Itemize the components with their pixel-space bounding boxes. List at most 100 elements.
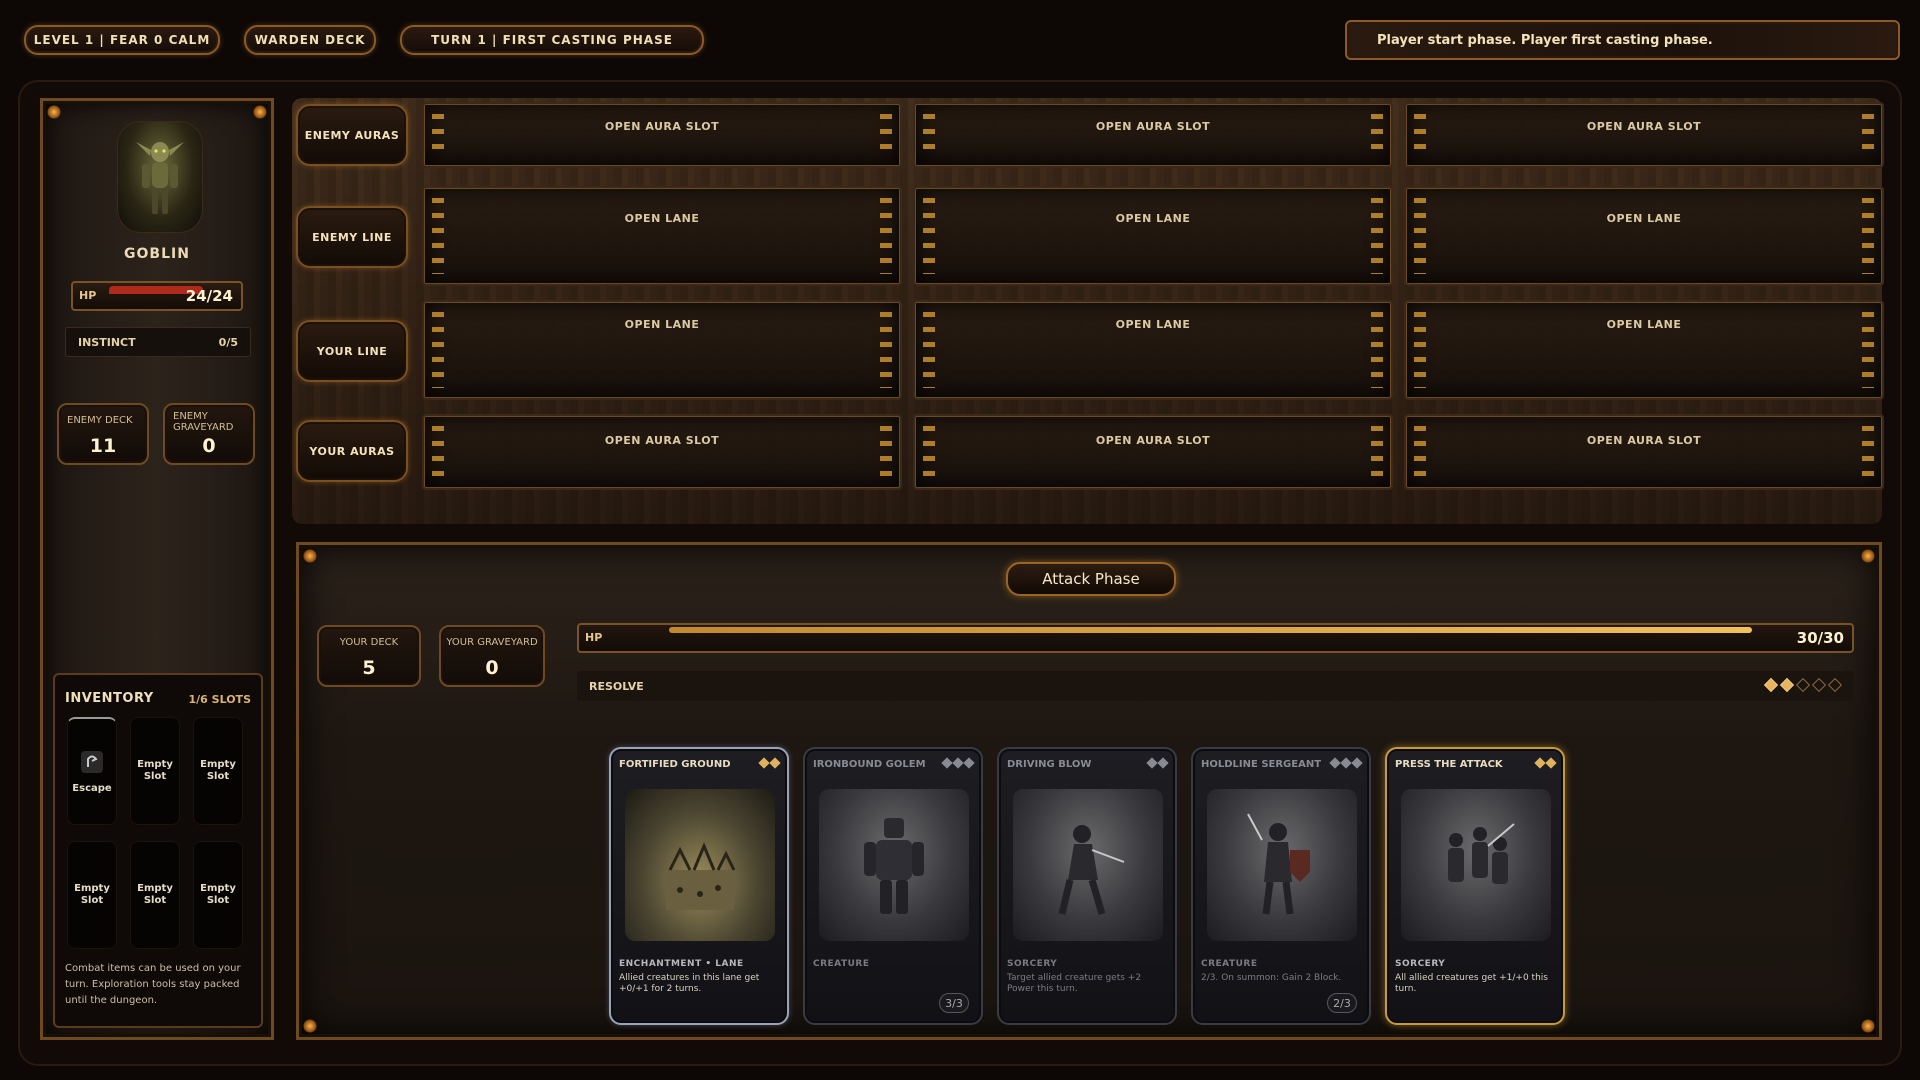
corner-ornament bbox=[1861, 549, 1875, 563]
resolve-pip bbox=[1763, 677, 1779, 693]
army-charge-icon bbox=[1448, 823, 1515, 884]
inventory-slot-escape[interactable]: Escape bbox=[67, 717, 117, 825]
slot-label: OPEN LANE bbox=[624, 212, 700, 225]
card-type: SORCERY bbox=[1395, 959, 1446, 969]
enemy-aura-slot[interactable]: OPEN AURA SLOT bbox=[422, 102, 902, 168]
corner-ornament bbox=[303, 549, 317, 563]
player-graveyard-label: YOUR GRAVEYARD bbox=[446, 637, 538, 648]
enemy-deck-label: ENEMY DECK bbox=[67, 415, 133, 426]
inventory-item-label: Empty Slot bbox=[137, 883, 173, 906]
player-hp-label: HP bbox=[585, 631, 603, 644]
row-label-your-auras: YOUR AURAS bbox=[296, 420, 408, 482]
deck-name-badge: WARDEN DECK bbox=[244, 25, 376, 55]
slot-label: OPEN AURA SLOT bbox=[604, 434, 720, 447]
player-deck-label: YOUR DECK bbox=[339, 637, 399, 648]
hand-card[interactable]: FORTIFIED GROUND ENCHANTMENT • LANE Alli… bbox=[609, 747, 789, 1025]
inventory-title: INVENTORY bbox=[65, 691, 154, 706]
inventory-slot-empty[interactable]: Empty Slot bbox=[193, 841, 243, 949]
player-deck-counter[interactable]: YOUR DECK 5 bbox=[317, 625, 421, 687]
hand-card[interactable]: HOLDLINE SERGEANT CREATURE 2/3. On summo… bbox=[1191, 747, 1371, 1025]
event-log: Player start phase. Player first casting… bbox=[1345, 20, 1900, 60]
enemy-hp-value: 24/24 bbox=[185, 287, 233, 305]
corner-ornament bbox=[253, 105, 267, 119]
card-name: DRIVING BLOW bbox=[1007, 759, 1092, 770]
escape-item-icon bbox=[81, 750, 103, 773]
player-hp-fill bbox=[669, 627, 1752, 633]
attack-phase-button[interactable]: Attack Phase bbox=[1006, 562, 1176, 596]
corner-ornament bbox=[1861, 1019, 1875, 1033]
enemy-aura-slot[interactable]: OPEN AURA SLOT bbox=[913, 102, 1393, 168]
card-cost bbox=[1329, 757, 1363, 769]
player-hp-bar: HP 30/30 bbox=[577, 623, 1854, 653]
knight-strike-icon bbox=[1058, 825, 1125, 915]
level-fear-badge: LEVEL 1 | FEAR 0 CALM bbox=[24, 25, 220, 55]
card-name: HOLDLINE SERGEANT bbox=[1201, 759, 1322, 770]
inventory-note: Combat items can be used on your turn. E… bbox=[65, 963, 241, 1006]
row-label-your-line: YOUR LINE bbox=[296, 320, 408, 382]
inventory-item-label: Escape bbox=[72, 782, 112, 794]
row-label-enemy-line: ENEMY LINE bbox=[296, 206, 408, 268]
goblin-icon bbox=[136, 142, 184, 214]
instinct-value: 0/5 bbox=[218, 335, 238, 349]
enemy-deck-count: 11 bbox=[89, 435, 117, 457]
card-art bbox=[1401, 789, 1551, 941]
card-text: Allied creatures in this lane get +0/+1 … bbox=[619, 973, 760, 994]
player-deck-count: 5 bbox=[362, 657, 376, 679]
turn-phase-badge: TURN 1 | FIRST CASTING PHASE bbox=[400, 25, 704, 55]
enemy-deck-counter[interactable]: ENEMY DECK 11 bbox=[57, 403, 149, 465]
inventory-slot-count: 1/6 SLOTS bbox=[188, 693, 251, 706]
slot-label: OPEN AURA SLOT bbox=[1586, 120, 1702, 133]
player-hp-value: 30/30 bbox=[1796, 629, 1844, 647]
inventory-slot-empty[interactable]: Empty Slot bbox=[130, 717, 180, 825]
enemy-aura-slot[interactable]: OPEN AURA SLOT bbox=[1404, 102, 1884, 168]
hand-card[interactable]: DRIVING BLOW SORCERY Target allied creat… bbox=[997, 747, 1177, 1025]
card-art bbox=[625, 789, 775, 941]
player-aura-slot[interactable]: OPEN AURA SLOT bbox=[913, 414, 1393, 490]
enemy-hp-label: HP bbox=[79, 289, 97, 302]
card-name: IRONBOUND GOLEM bbox=[813, 759, 926, 770]
card-art bbox=[819, 789, 969, 941]
card-art bbox=[1207, 789, 1357, 941]
card-type: CREATURE bbox=[813, 959, 870, 969]
inventory-slot-empty[interactable]: Empty Slot bbox=[130, 841, 180, 949]
card-type: ENCHANTMENT • LANE bbox=[619, 959, 744, 969]
enemy-lane[interactable]: OPEN LANE bbox=[1404, 186, 1884, 286]
enemy-lane[interactable]: OPEN LANE bbox=[913, 186, 1393, 286]
enemy-graveyard-count: 0 bbox=[202, 435, 216, 457]
inventory-slot-empty[interactable]: Empty Slot bbox=[193, 717, 243, 825]
card-text: Target allied creature gets +2 Power thi… bbox=[1007, 973, 1142, 994]
fortification-icon bbox=[666, 842, 736, 910]
slot-label: OPEN AURA SLOT bbox=[604, 120, 720, 133]
inventory-slot-empty[interactable]: Empty Slot bbox=[67, 841, 117, 949]
golem-icon bbox=[864, 818, 924, 914]
card-text: 2/3. On summon: Gain 2 Block. bbox=[1201, 973, 1342, 983]
enemy-graveyard-counter[interactable]: ENEMY GRAVEYARD 0 bbox=[163, 403, 255, 465]
card-name: PRESS THE ATTACK bbox=[1395, 759, 1503, 770]
hand-card[interactable]: PRESS THE ATTACK SORCERY All allied crea… bbox=[1385, 747, 1565, 1025]
card-cost bbox=[1534, 757, 1557, 769]
card-cost bbox=[941, 757, 975, 769]
enemy-name: GOBLIN bbox=[124, 246, 190, 262]
card-power-toughness: 3/3 bbox=[939, 993, 969, 1013]
player-aura-slot[interactable]: OPEN AURA SLOT bbox=[1404, 414, 1884, 490]
corner-ornament bbox=[303, 1019, 317, 1033]
resolve-pip bbox=[1779, 677, 1795, 693]
player-lane[interactable]: OPEN LANE bbox=[422, 300, 902, 400]
inventory-item-label: Empty Slot bbox=[137, 759, 173, 782]
player-graveyard-counter[interactable]: YOUR GRAVEYARD 0 bbox=[439, 625, 545, 687]
player-lane[interactable]: OPEN LANE bbox=[1404, 300, 1884, 400]
enemy-lane[interactable]: OPEN LANE bbox=[422, 186, 902, 286]
card-type: CREATURE bbox=[1201, 959, 1258, 969]
slot-label: OPEN AURA SLOT bbox=[1095, 120, 1211, 133]
card-type: SORCERY bbox=[1007, 959, 1058, 969]
card-text: All allied creatures get +1/+0 this turn… bbox=[1395, 973, 1548, 994]
slot-label: OPEN AURA SLOT bbox=[1095, 434, 1211, 447]
player-aura-slot[interactable]: OPEN AURA SLOT bbox=[422, 414, 902, 490]
player-graveyard-count: 0 bbox=[485, 657, 499, 679]
enemy-panel: GOBLIN HP 24/24 INSTINCT 0/5 ENEMY DECK … bbox=[40, 98, 274, 1040]
inventory-item-label: Empty Slot bbox=[74, 883, 110, 906]
hand-card[interactable]: IRONBOUND GOLEM CREATURE 3/3 bbox=[803, 747, 983, 1025]
enemy-instinct: INSTINCT 0/5 bbox=[65, 327, 251, 357]
player-lane[interactable]: OPEN LANE bbox=[913, 300, 1393, 400]
slot-label: OPEN AURA SLOT bbox=[1586, 434, 1702, 447]
